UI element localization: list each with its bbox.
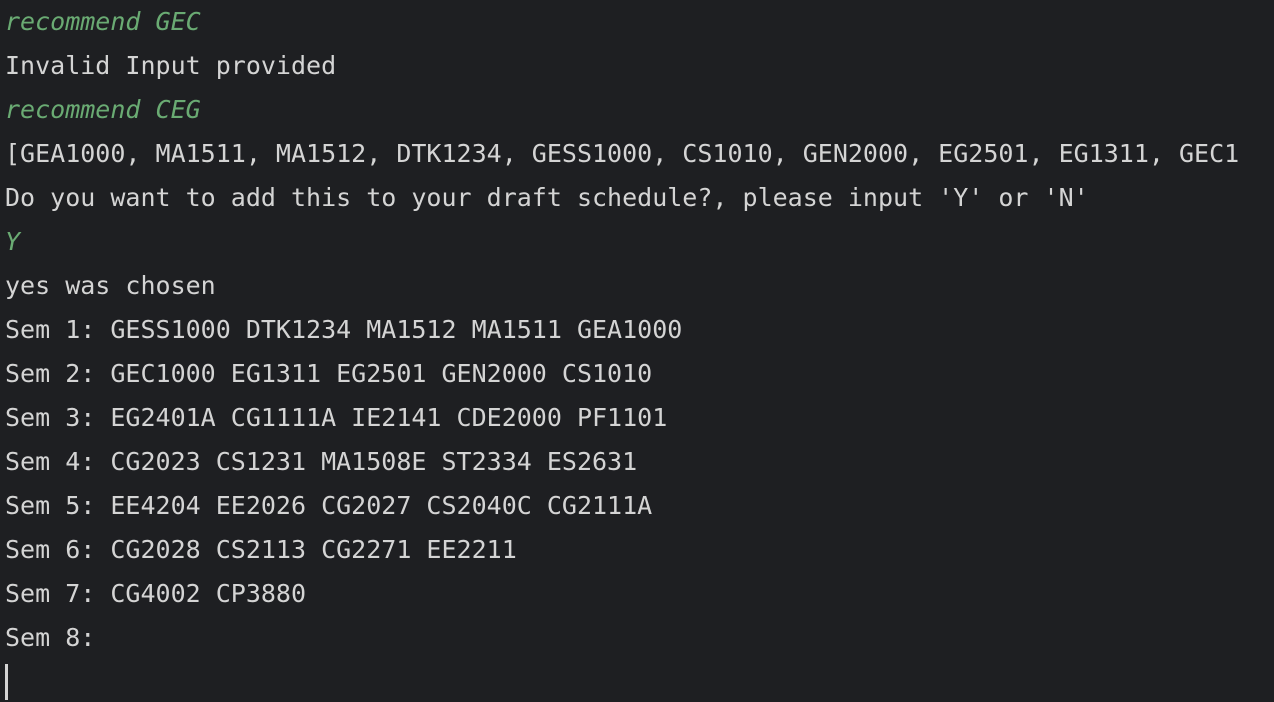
schedule-line-sem-1: Sem 1: GESS1000 DTK1234 MA1512 MA1511 GE… — [5, 315, 683, 344]
schedule-line-sem-7: Sem 7: CG4002 CP3880 — [5, 579, 307, 608]
output-line: Invalid Input provided — [5, 51, 337, 80]
output-line: [GEA1000, MA1511, MA1512, DTK1234, GESS1… — [5, 139, 1240, 168]
user-input-line: recommend GEC — [5, 7, 201, 36]
user-input-line: recommend CEG — [5, 95, 201, 124]
schedule-line-sem-2: Sem 2: GEC1000 EG1311 EG2501 GEN2000 CS1… — [5, 359, 653, 388]
schedule-line-sem-6: Sem 6: CG2028 CS2113 CG2271 EE2211 — [5, 535, 517, 564]
input-prompt-line[interactable] — [5, 660, 1274, 702]
schedule-line-sem-8: Sem 8: — [5, 623, 96, 652]
schedule-line-sem-3: Sem 3: EG2401A CG1111A IE2141 CDE2000 PF… — [5, 403, 668, 432]
output-line: Do you want to add this to your draft sc… — [5, 183, 1089, 212]
text-cursor — [5, 664, 8, 700]
schedule-line-sem-4: Sem 4: CG2023 CS1231 MA1508E ST2334 ES26… — [5, 447, 638, 476]
output-line: yes was chosen — [5, 271, 216, 300]
user-input-line: Y — [5, 227, 21, 256]
terminal-console[interactable]: recommend GEC Invalid Input provided rec… — [0, 0, 1274, 702]
schedule-line-sem-5: Sem 5: EE4204 EE2026 CG2027 CS2040C CG21… — [5, 491, 653, 520]
